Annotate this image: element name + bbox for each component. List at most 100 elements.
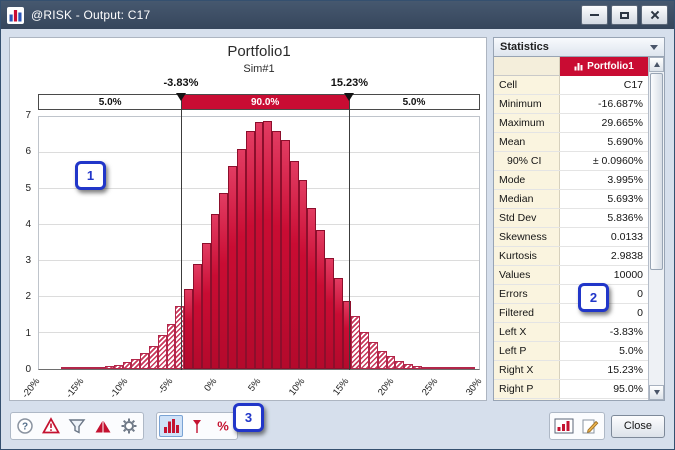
histogram-bar xyxy=(263,121,272,369)
toolbar-group-left: ? xyxy=(10,412,144,440)
stats-row: Mean5.690% xyxy=(494,133,648,152)
histogram-bar xyxy=(193,264,202,369)
histogram-icon xyxy=(162,417,180,435)
histogram-bar xyxy=(123,362,132,369)
annotation-badge-3: 3 xyxy=(233,403,264,432)
histogram-bar xyxy=(167,324,176,369)
statistics-dropdown[interactable]: Statistics xyxy=(493,37,665,57)
graph-options-button[interactable] xyxy=(117,415,141,437)
stats-row: Dif. X19.055% xyxy=(494,399,648,400)
right-delimiter-value: 15.23% xyxy=(331,77,368,89)
overlay-distribution-button[interactable] xyxy=(91,415,115,437)
excel-report-icon xyxy=(554,417,574,435)
band-middle-probability: 90.0% xyxy=(181,95,349,109)
svg-text:%: % xyxy=(217,419,229,434)
histogram-bar xyxy=(149,346,158,369)
app-window: @RISK - Output: C17 Portfolio1 Sim#1 -3.… xyxy=(0,0,675,450)
histogram-bar xyxy=(290,161,299,369)
histogram-bar xyxy=(140,353,149,369)
histogram-bar xyxy=(378,351,387,369)
mini-chart-icon xyxy=(574,62,583,71)
scrollbar-track[interactable] xyxy=(649,72,664,385)
stat-value: 95.0% xyxy=(560,380,648,398)
y-tick-label: 1 xyxy=(25,328,31,339)
warning-button[interactable] xyxy=(39,415,63,437)
stat-value: 29.665% xyxy=(560,114,648,132)
stat-value: -3.83% xyxy=(560,323,648,341)
stat-value: C17 xyxy=(560,76,648,94)
y-tick-label: 0 xyxy=(25,364,31,375)
stat-value: 10000 xyxy=(560,266,648,284)
histogram-bar xyxy=(246,131,255,369)
stat-label: Minimum xyxy=(494,95,560,113)
scroll-down-icon xyxy=(654,390,660,395)
chart-title: Portfolio1 xyxy=(38,43,480,60)
stat-value: 0.0133 xyxy=(560,228,648,246)
close-button[interactable]: Close xyxy=(611,415,665,438)
percent-markers-button[interactable]: % xyxy=(211,415,235,437)
histogram-button[interactable] xyxy=(159,415,183,437)
edit-button[interactable] xyxy=(578,415,602,437)
stat-label: Filtered xyxy=(494,304,560,322)
stats-row: Right X15.23% xyxy=(494,361,648,380)
histogram-bar xyxy=(422,367,431,369)
maximize-button[interactable] xyxy=(611,5,638,25)
histogram-bar xyxy=(334,278,343,369)
plot-area[interactable] xyxy=(38,116,480,370)
annotation-badge-1: 1 xyxy=(75,161,106,190)
stat-label: Dif. X xyxy=(494,399,560,400)
filter-button[interactable] xyxy=(65,415,89,437)
stats-row: Left X-3.83% xyxy=(494,323,648,342)
maximize-icon xyxy=(620,12,629,19)
stat-label: Cell xyxy=(494,76,560,94)
histogram-bar xyxy=(466,367,475,369)
histogram-bar xyxy=(439,367,448,369)
histogram-bar xyxy=(360,332,369,369)
vertical-scrollbar[interactable] xyxy=(648,57,664,400)
delimiter-button[interactable] xyxy=(185,415,209,437)
histogram-bar xyxy=(79,367,88,369)
histogram-bar xyxy=(369,342,378,369)
titlebar: @RISK - Output: C17 xyxy=(1,1,674,29)
x-axis: -20%-15%-10%-5%0%5%10%15%20%25%30% xyxy=(38,370,480,400)
scroll-up-button[interactable] xyxy=(649,57,664,72)
stats-row: Std Dev5.836% xyxy=(494,209,648,228)
histogram-bar xyxy=(387,356,396,369)
minimize-button[interactable] xyxy=(581,5,608,25)
edit-icon xyxy=(581,417,599,435)
histogram-bar xyxy=(413,366,422,369)
stat-label: Right X xyxy=(494,361,560,379)
histogram-bar xyxy=(299,180,308,369)
delimiter-marker-icon xyxy=(188,417,206,435)
probability-band: 5.0% 90.0% 5.0% xyxy=(38,94,480,110)
scroll-down-button[interactable] xyxy=(649,385,664,400)
delimiter-labels: -3.83% 15.23% xyxy=(38,77,480,91)
stat-label: Kurtosis xyxy=(494,247,560,265)
chart-subtitle: Sim#1 xyxy=(38,63,480,75)
scrollbar-thumb[interactable] xyxy=(650,73,663,270)
histogram-bar xyxy=(237,149,246,369)
histogram-bar xyxy=(87,367,96,369)
stats-row: Kurtosis2.9838 xyxy=(494,247,648,266)
settings-gear-icon xyxy=(120,417,138,435)
atrisk-logo-icon xyxy=(7,7,24,24)
stats-row: Median5.693% xyxy=(494,190,648,209)
output-column-header: Portfolio1 xyxy=(560,57,648,76)
excel-report-button[interactable] xyxy=(552,415,576,437)
band-left-probability: 5.0% xyxy=(39,95,181,109)
stats-row: Left P5.0% xyxy=(494,342,648,361)
help-button[interactable]: ? xyxy=(13,415,37,437)
chevron-down-icon xyxy=(650,45,658,50)
y-tick-label: 3 xyxy=(25,255,31,266)
stat-value: 5.0% xyxy=(560,342,648,360)
y-tick-label: 5 xyxy=(25,183,31,194)
stat-label: Left P xyxy=(494,342,560,360)
histogram-bar xyxy=(184,289,193,369)
histogram-bar xyxy=(325,258,334,369)
histogram-bar xyxy=(457,367,466,369)
close-window-button[interactable] xyxy=(641,5,668,25)
histogram-bar xyxy=(131,359,140,369)
bottom-toolbar: ? % xyxy=(1,405,674,447)
percent-markers-icon: % xyxy=(214,417,232,435)
stats-row: Errors0 xyxy=(494,285,648,304)
